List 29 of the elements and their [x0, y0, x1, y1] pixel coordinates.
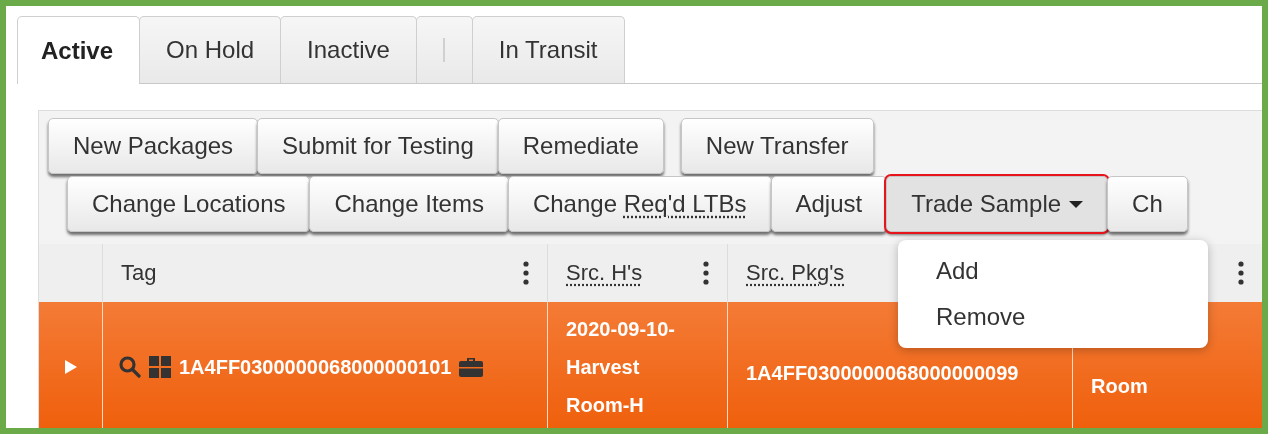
more-icon[interactable] [1238, 261, 1244, 285]
toolbar-button[interactable]: Remediate [497, 118, 664, 174]
toolbar-button[interactable]: Trade Sample [886, 176, 1109, 232]
caret-icon [1069, 200, 1084, 208]
column-header[interactable]: Src. Pkg's [746, 260, 845, 286]
toolbar-button[interactable]: Submit for Testing [257, 118, 499, 174]
tab[interactable]: On Hold [139, 16, 282, 83]
tab[interactable]: In Transit [471, 16, 625, 83]
column-header[interactable]: Src. H's [566, 260, 643, 286]
tab[interactable]: Inactive [280, 16, 417, 83]
toolbar-button[interactable]: Ch [1107, 176, 1188, 232]
toolbar-button[interactable]: New Packages [48, 118, 259, 174]
table-cell: 1A4FF0300000068000000099 [746, 361, 1019, 385]
tag-number: 1A4FF0300000068000000101 [179, 355, 452, 379]
menu-item[interactable]: Add [898, 248, 1208, 294]
search-icon[interactable] [119, 356, 141, 378]
more-icon[interactable] [703, 261, 709, 285]
table-cell: Room [1091, 375, 1148, 398]
column-header[interactable]: Tag [121, 260, 157, 286]
tab[interactable]: Active [17, 16, 141, 84]
expand-icon[interactable] [64, 360, 77, 374]
toolbar-button[interactable]: Change Locations [67, 176, 311, 232]
toolbar-button[interactable]: Change Req'd LTBs [507, 176, 772, 232]
toolbar-button[interactable]: Change Items [309, 176, 509, 232]
briefcase-icon [459, 357, 484, 377]
grid-icon[interactable] [149, 356, 171, 378]
more-icon[interactable] [523, 261, 529, 285]
toolbar-button[interactable]: New Transfer [680, 118, 874, 174]
table-cell-text: 2020-09-10-Harvest Room-H [566, 317, 676, 418]
